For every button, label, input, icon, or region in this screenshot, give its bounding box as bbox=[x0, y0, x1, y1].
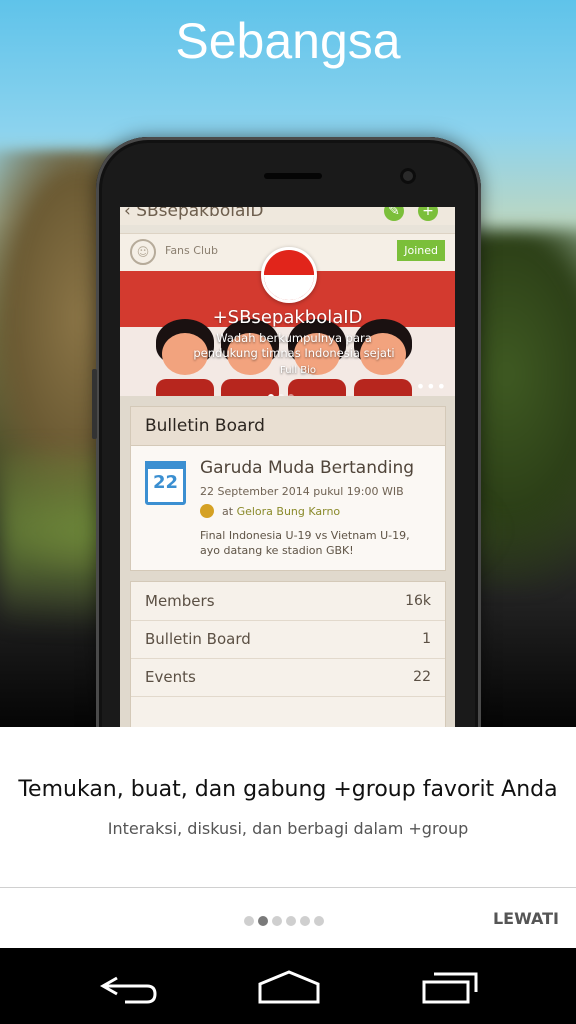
event-location: at Gelora Bung Karno bbox=[222, 505, 341, 518]
group-flag-avatar bbox=[261, 247, 317, 303]
banner-pager bbox=[268, 385, 298, 396]
hero-background: Sebangsa ‹ SBsepakbolaID ✎ + ☺ Fans Club… bbox=[0, 0, 576, 727]
page-dot bbox=[300, 916, 310, 926]
phone-camera bbox=[400, 168, 416, 184]
stat-row-members: Members 16k bbox=[131, 582, 445, 621]
banner-subtitle: Wadah berkumpulnya para pendukung timnas… bbox=[193, 331, 395, 360]
bulletin-card: Bulletin Board 22 Garuda Muda Bertanding… bbox=[130, 406, 446, 571]
group-topbar: ‹ SBsepakbolaID ✎ + bbox=[120, 207, 455, 225]
stat-row-bulletin: Bulletin Board 1 bbox=[131, 620, 445, 659]
recent-apps-icon[interactable] bbox=[416, 964, 486, 1008]
phone-screen: ‹ SBsepakbolaID ✎ + ☺ Fans Club Joined +… bbox=[120, 207, 455, 727]
location-pin-icon bbox=[200, 504, 214, 518]
home-icon[interactable] bbox=[254, 964, 324, 1008]
edit-icon: ✎ bbox=[384, 207, 404, 221]
page-indicator bbox=[244, 911, 328, 926]
group-title: ‹ SBsepakbolaID bbox=[124, 207, 264, 221]
joined-badge: Joined bbox=[397, 240, 445, 261]
onboarding-subline: Interaksi, diskusi, dan berbagi dalam +g… bbox=[107, 819, 469, 838]
event-description: Final Indonesia U-19 vs Vietnam U-19, ay… bbox=[200, 529, 410, 557]
app-title: Sebangsa bbox=[175, 13, 401, 69]
page-dot bbox=[314, 916, 324, 926]
onboarding-headline: Temukan, buat, dan gabung +group favorit… bbox=[18, 777, 558, 802]
page-dot bbox=[286, 916, 296, 926]
event-datetime: 22 September 2014 pukul 19:00 WIB bbox=[200, 485, 404, 498]
system-navbar bbox=[0, 948, 576, 1024]
banner-title: +SBsepakbolaID bbox=[212, 307, 363, 328]
phone-mockup: ‹ SBsepakbolaID ✎ + ☺ Fans Club Joined +… bbox=[92, 137, 481, 727]
calendar-icon: 22 bbox=[145, 461, 186, 505]
page-dot bbox=[272, 916, 282, 926]
stat-row-events: Events 22 bbox=[131, 658, 445, 697]
phone-side-button bbox=[92, 369, 97, 439]
divider bbox=[0, 887, 576, 888]
category-label: Fans Club bbox=[165, 244, 218, 257]
more-icon: ••• bbox=[415, 377, 447, 396]
page-dot bbox=[258, 916, 268, 926]
fans-club-icon: ☺ bbox=[130, 239, 156, 265]
page-dot bbox=[244, 916, 254, 926]
bulletin-header: Bulletin Board bbox=[131, 407, 445, 446]
onboarding-panel: Temukan, buat, dan gabung +group favorit… bbox=[0, 727, 576, 948]
phone-speaker bbox=[264, 173, 322, 179]
back-icon[interactable] bbox=[95, 964, 165, 1008]
skip-button[interactable]: LEWATI bbox=[493, 909, 559, 928]
group-stats: Members 16k Bulletin Board 1 Events 22 bbox=[130, 581, 446, 727]
full-bio-label: Full Bio bbox=[280, 365, 317, 376]
event-title: Garuda Muda Bertanding bbox=[200, 458, 415, 478]
group-content: Bulletin Board 22 Garuda Muda Bertanding… bbox=[120, 396, 455, 727]
add-icon: + bbox=[418, 207, 438, 221]
